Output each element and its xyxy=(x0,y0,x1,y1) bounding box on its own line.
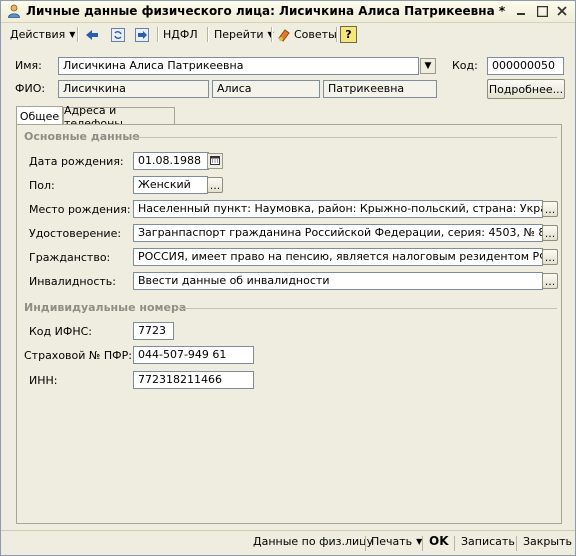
divider xyxy=(177,308,557,309)
pfr-label: Страховой № ПФР: xyxy=(24,349,132,362)
firstname-field[interactable]: Алиса xyxy=(212,80,320,98)
goto-menu[interactable]: Перейти ▼ xyxy=(214,25,274,44)
id-document-field[interactable]: Загранпаспорт гражданина Российской Феде… xyxy=(133,224,543,242)
inn-label: ИНН: xyxy=(29,374,58,387)
toolbar-separator xyxy=(157,27,159,42)
tips-icon xyxy=(276,27,292,43)
tab-addresses-phones[interactable]: Адреса и телефоны xyxy=(63,104,175,130)
tips-label: Советы xyxy=(294,28,337,41)
move-right-button[interactable] xyxy=(134,25,150,44)
fio-label: ФИО: xyxy=(15,82,46,95)
disability-field[interactable]: Ввести данные об инвалидности xyxy=(133,272,543,290)
toolbar-separator xyxy=(336,27,338,42)
person-icon xyxy=(7,4,21,18)
close-button[interactable]: Закрыть xyxy=(523,535,572,548)
disability-label: Инвалидность: xyxy=(29,275,116,288)
window-title: Личные данные физического лица: Лисичкин… xyxy=(26,4,506,18)
refresh-icon xyxy=(110,27,126,43)
ellipsis-icon: ... xyxy=(544,202,556,216)
person-data-button[interactable]: Данные по физ.лицу xyxy=(253,535,373,548)
birthplace-select-button[interactable]: ... xyxy=(542,201,558,217)
footer-separator xyxy=(516,536,517,551)
refresh-button[interactable] xyxy=(110,25,126,44)
title-bar[interactable]: Личные данные физического лица: Лисичкин… xyxy=(1,1,575,23)
actions-label: Действия xyxy=(10,28,66,41)
gender-select-button[interactable]: ... xyxy=(207,177,223,193)
toolbar-separator xyxy=(77,27,79,42)
id-document-select-button[interactable]: ... xyxy=(542,225,558,241)
tips-button[interactable]: Советы xyxy=(276,25,337,44)
calendar-button[interactable] xyxy=(207,153,223,169)
toolbar-separator xyxy=(271,27,273,42)
ndfl-button[interactable]: НДФЛ xyxy=(163,25,198,44)
ellipsis-icon: ... xyxy=(544,274,556,288)
actions-menu[interactable]: Действия ▼ xyxy=(10,25,75,44)
ellipsis-icon: ... xyxy=(544,226,556,240)
ifns-label: Код ИФНС: xyxy=(29,325,92,338)
footer-separator xyxy=(422,536,423,551)
move-left-button[interactable] xyxy=(84,25,100,44)
footer-bar: Данные по физ.лицу Печать ▼ OK Записать … xyxy=(1,530,575,556)
maximize-icon[interactable] xyxy=(534,3,550,19)
gender-label: Пол: xyxy=(29,179,55,192)
window: Личные данные физического лица: Лисичкин… xyxy=(0,0,576,556)
arrow-left-icon xyxy=(84,27,100,43)
print-label: Печать xyxy=(371,535,413,548)
close-icon[interactable] xyxy=(554,3,570,19)
help-button[interactable]: ? xyxy=(340,25,357,44)
save-button[interactable]: Записать xyxy=(461,535,515,548)
minimize-icon[interactable] xyxy=(513,3,529,19)
code-label: Код: xyxy=(452,59,478,72)
pfr-field[interactable]: 044-507-949 61 xyxy=(133,346,254,364)
code-field[interactable]: 000000050 xyxy=(487,57,564,75)
ndfl-label: НДФЛ xyxy=(163,28,198,41)
tab-general[interactable]: Общее xyxy=(16,106,63,125)
arrow-right-icon xyxy=(134,27,150,43)
birthplace-field[interactable]: Населенный пункт: Наумовка, район: Крыжн… xyxy=(133,200,543,218)
ok-button[interactable]: OK xyxy=(429,534,449,548)
name-field[interactable]: Лисичкина Алиса Патрикеевна xyxy=(58,57,419,75)
birthdate-label: Дата рождения: xyxy=(29,155,124,168)
toolbar: Действия ▼ НДФЛ Перейти ▼ xyxy=(4,24,570,45)
ellipsis-icon: ... xyxy=(544,250,556,264)
ellipsis-icon: ... xyxy=(209,178,221,192)
section-numbers-title: Индивидуальные номера xyxy=(24,301,187,314)
calendar-icon xyxy=(210,155,220,168)
divider xyxy=(132,137,557,138)
goto-label: Перейти xyxy=(214,28,264,41)
help-icon: ? xyxy=(340,26,357,43)
section-basic-title: Основные данные xyxy=(24,130,140,143)
gender-field[interactable]: Женский xyxy=(133,176,208,194)
patronymic-field[interactable]: Патрикеевна xyxy=(323,80,437,98)
footer-separator xyxy=(454,536,455,551)
chevron-down-icon: ▼ xyxy=(69,30,76,39)
print-menu[interactable]: Печать ▼ xyxy=(371,535,422,548)
surname-field[interactable]: Лисичкина xyxy=(58,80,209,98)
name-dropdown[interactable]: ▼ xyxy=(420,58,436,74)
citizenship-select-button[interactable]: ... xyxy=(542,249,558,265)
birthdate-field[interactable]: 01.08.1988 xyxy=(133,152,209,170)
disability-select-button[interactable]: ... xyxy=(542,273,558,289)
ifns-field[interactable]: 7723 xyxy=(133,322,174,340)
toolbar-separator xyxy=(207,27,209,42)
name-label: Имя: xyxy=(15,59,42,72)
citizenship-field[interactable]: РОССИЯ, имеет право на пенсию, является … xyxy=(133,248,543,266)
details-button[interactable]: Подробнее... xyxy=(487,79,565,99)
chevron-down-icon: ▼ xyxy=(424,61,432,71)
citizenship-label: Гражданство: xyxy=(29,251,111,264)
inn-field[interactable]: 772318211466 xyxy=(133,371,254,389)
footer-separator xyxy=(365,536,366,551)
id-document-label: Удостоверение: xyxy=(29,227,122,240)
tab-panel-general: Основные данные Дата рождения: 01.08.198… xyxy=(16,124,562,524)
birthplace-label: Место рождения: xyxy=(29,203,131,216)
